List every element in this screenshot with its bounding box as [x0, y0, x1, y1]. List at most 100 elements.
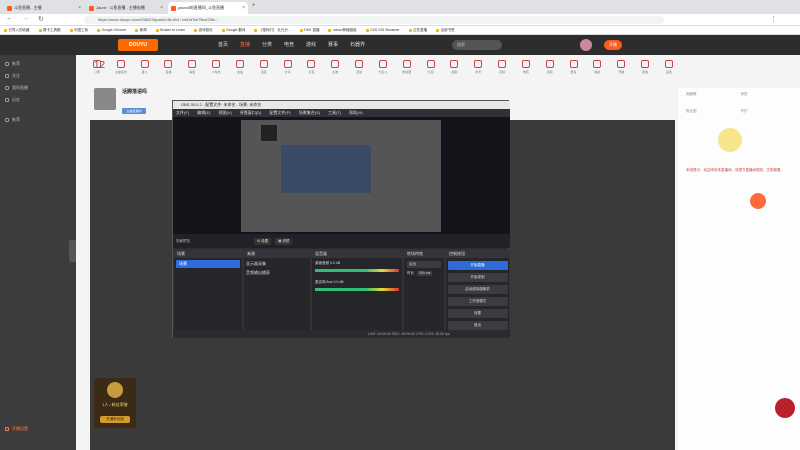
- feature-icon-row: 订阅 主播任务 星斗 直播 等级 小专栏 加速 活跃 分享 红包 礼物 活动 大乱斗 粉丝团 礼包 奖励 时长竞…: [88, 60, 678, 80]
- nav-link[interactable]: 直播: [240, 41, 250, 48]
- forward-icon[interactable]: →: [22, 15, 29, 22]
- new-tab-icon[interactable]: +: [252, 3, 256, 9]
- scene-item[interactable]: 场景: [176, 260, 240, 268]
- site-search-input[interactable]: 搜索: [452, 40, 502, 50]
- bookmark-item[interactable]: Google Chrome: [97, 28, 126, 32]
- sidebar-item[interactable]: 推荐: [5, 117, 20, 123]
- close-icon[interactable]: ×: [78, 5, 81, 11]
- feature-icon-button[interactable]: 粉丝团: [398, 60, 416, 80]
- obs-menu-item[interactable]: 配置文件(P): [269, 109, 290, 117]
- fan-card[interactable]: 1人 / 粉丝荣誉 开通粉丝团: [94, 378, 136, 428]
- back-icon[interactable]: ←: [6, 15, 13, 22]
- folder-icon: [221, 28, 225, 32]
- feature-icon-button[interactable]: 时长: [469, 60, 487, 80]
- feature-icon-button[interactable]: 订阅: [88, 60, 106, 80]
- bookmark-item[interactable]: 新闻: [135, 28, 147, 33]
- rocket-icon[interactable]: [750, 193, 766, 209]
- obs-control-button[interactable]: 开始录制: [447, 273, 508, 282]
- feature-icon-button[interactable]: 电竞: [517, 60, 535, 80]
- join-fan-button[interactable]: 开通粉丝团: [100, 416, 130, 423]
- obs-control-button[interactable]: 启动虚拟摄像机: [447, 285, 508, 294]
- duration-input[interactable]: 300 ms: [417, 271, 433, 276]
- feature-icon-button[interactable]: 分享: [279, 60, 297, 80]
- bookmark-item[interactable]: Google 翻译: [221, 28, 245, 33]
- feature-icon-button[interactable]: 开播: [612, 60, 630, 80]
- avatar[interactable]: [580, 39, 592, 51]
- feature-icon-button[interactable]: 贵族: [636, 60, 654, 80]
- nav-link[interactable]: 首页: [218, 41, 228, 48]
- feature-icon-button[interactable]: 礼物: [326, 60, 344, 80]
- feature-icon-button[interactable]: 活跃: [255, 60, 273, 80]
- bookmark-item[interactable]: 正在直播: [408, 28, 427, 33]
- feature-icon-button[interactable]: 道具: [541, 60, 559, 80]
- browser-tab[interactable]: Jaunt · 斗鱼直播 - 主播电播 ×: [86, 2, 166, 14]
- nav-link[interactable]: 游戏: [306, 41, 316, 48]
- obs-menu-item[interactable]: 文件(F): [176, 109, 189, 117]
- bookmark-item[interactable]: CSS GIS Streamer: [365, 28, 400, 32]
- browser-tab-active[interactable]: pacroll的直播间_斗鱼直播 ×: [168, 2, 248, 14]
- obs-control-button[interactable]: 退出: [447, 321, 508, 330]
- obs-menu-item[interactable]: 工具(T): [328, 109, 341, 117]
- obs-control-button[interactable]: 开始直播: [447, 261, 508, 270]
- obs-control-button[interactable]: 工作室模式: [447, 297, 508, 306]
- close-icon[interactable]: ×: [160, 5, 163, 11]
- nav-link[interactable]: 分类: [262, 41, 272, 48]
- feature-icon-button[interactable]: 等级: [183, 60, 201, 80]
- sidebar-item[interactable]: 关注: [5, 73, 20, 79]
- site-logo[interactable]: DOUYU: [118, 39, 158, 51]
- streamer-avatar[interactable]: [94, 88, 116, 110]
- bookmark-item[interactable]: DKK 直播: [299, 28, 319, 33]
- live-button[interactable]: 开播: [604, 40, 622, 50]
- feature-icon-button[interactable]: 抽奖: [588, 60, 606, 80]
- obs-menu-item[interactable]: 帮助(H): [349, 109, 363, 117]
- folder-icon: [299, 28, 303, 32]
- obs-menu-item[interactable]: 场景集合(S): [299, 109, 320, 117]
- feature-icon-button[interactable]: 星斗: [136, 60, 154, 80]
- right-panel: 贡献榜 贵宾 粉丝团 守护 系统提示：欢迎来到本直播间，请遵守直播间规则，文明观看。: [678, 88, 800, 450]
- feature-icon-button[interactable]: 设置: [660, 60, 678, 80]
- feature-icon-button[interactable]: 小专栏: [207, 60, 225, 80]
- feature-icon-button[interactable]: 直播: [159, 60, 177, 80]
- sidebar-item[interactable]: 我的直播: [5, 85, 28, 91]
- bookmark-item[interactable]: 已导入的收藏: [4, 28, 30, 33]
- bookmark-item[interactable]: xahoo伸缩链接: [328, 28, 357, 33]
- url-input[interactable]: https://www.douyu.com/206023&pskid=6rul0…: [84, 16, 664, 24]
- feature-icon-button[interactable]: 奖励: [445, 60, 463, 80]
- feature-icon-button[interactable]: 红包: [302, 60, 320, 80]
- bookmark-item[interactable]: 赛卡工具箱: [38, 28, 61, 33]
- filters-icon[interactable]: ▦ 滤镜: [275, 237, 293, 245]
- nav-link[interactable]: 电竞: [284, 41, 294, 48]
- feature-icon-button[interactable]: 活动: [350, 60, 368, 80]
- source-item[interactable]: 音频输出捕获: [246, 269, 308, 276]
- floating-badge-icon[interactable]: [775, 398, 795, 418]
- obs-menu-item[interactable]: 编辑(E): [197, 109, 210, 117]
- obs-menu-item[interactable]: 视图(V): [218, 109, 231, 117]
- source-item[interactable]: 显示器采集: [246, 260, 308, 267]
- feature-icon-button[interactable]: 主播任务: [112, 60, 130, 80]
- menu-icon[interactable]: ⋮: [770, 15, 777, 23]
- rank-tabs[interactable]: 贡献榜 贵宾 粉丝团 守护: [686, 92, 791, 122]
- feature-icon-button[interactable]: 更多: [565, 60, 583, 80]
- feature-icon-button[interactable]: 礼包: [422, 60, 440, 80]
- transition-select[interactable]: 淡出: [407, 261, 441, 268]
- close-icon[interactable]: ×: [242, 5, 245, 11]
- obs-menu-item[interactable]: 停靠窗口(D): [240, 109, 262, 117]
- reload-icon[interactable]: ↻: [38, 15, 44, 23]
- bookmark-item[interactable]: 《搜你们》 长元分...: [254, 28, 291, 33]
- feature-icon-button[interactable]: 加速: [231, 60, 249, 80]
- nav-link[interactable]: 赛事: [328, 41, 338, 48]
- nav-link[interactable]: 石器界: [350, 41, 365, 48]
- bookmark-item[interactable]: Broken to Learn: [155, 28, 185, 32]
- bookmark-item[interactable]: 中国工商: [69, 28, 88, 33]
- feature-icon-button[interactable]: 竞猜: [493, 60, 511, 80]
- sidebar-item[interactable]: 推荐: [5, 61, 20, 67]
- feature-icon-button[interactable]: 大乱斗: [374, 60, 392, 80]
- browser-tab[interactable]: 斗鱼直播 - 主播 ×: [4, 2, 84, 14]
- sidebar-footer[interactable]: 开播设置: [5, 426, 28, 432]
- sidebar-item[interactable]: 历史: [5, 97, 20, 103]
- bookmark-item[interactable]: 全部书签: [436, 28, 455, 33]
- settings-icon[interactable]: ⚙ 设置: [254, 237, 272, 245]
- bookmark-item[interactable]: 游戏首页: [194, 28, 213, 33]
- obs-preview[interactable]: [173, 117, 510, 234]
- obs-control-button[interactable]: 设置: [447, 309, 508, 318]
